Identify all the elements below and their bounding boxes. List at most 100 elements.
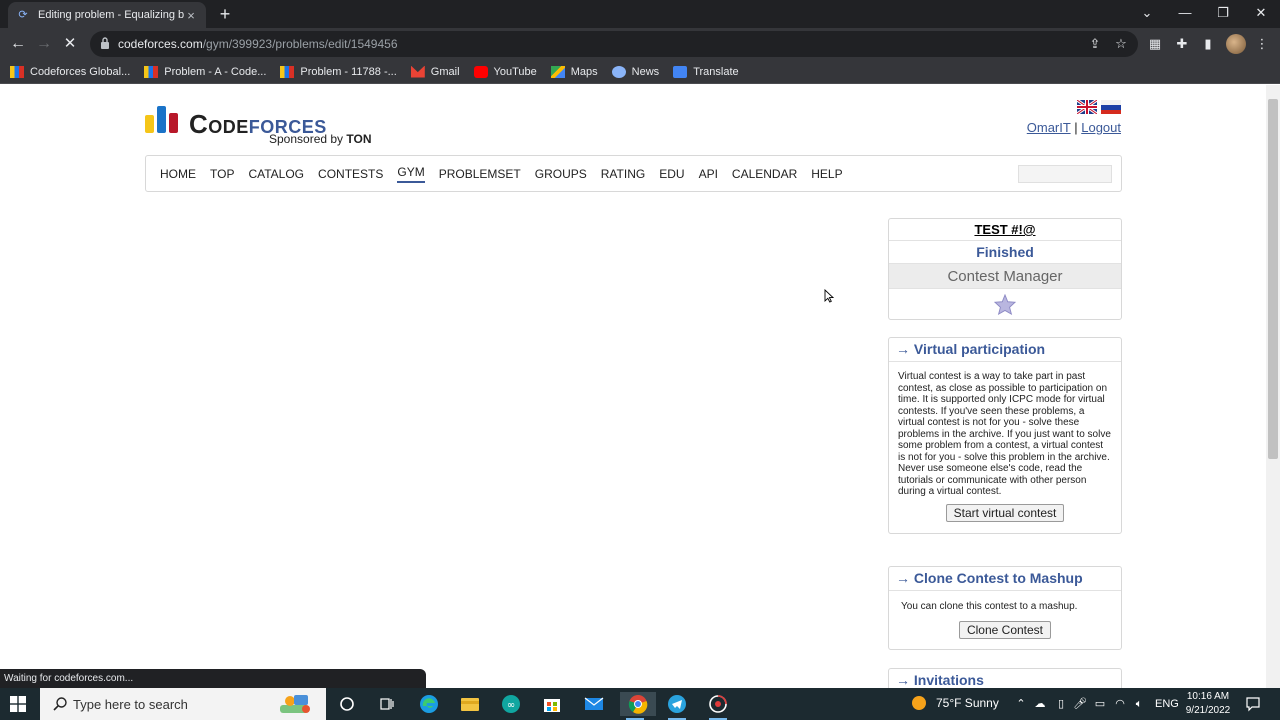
maps-icon xyxy=(550,65,565,78)
notification-icon[interactable] xyxy=(1245,696,1261,712)
translate-icon xyxy=(673,65,688,78)
menu-item-top[interactable]: TOP xyxy=(210,167,234,181)
bookmark-item[interactable]: Translate xyxy=(673,65,739,78)
invitations-box: → Invitations xyxy=(888,668,1122,688)
obs-recorder-icon[interactable] xyxy=(703,692,733,720)
chevron-up-icon[interactable]: ⌃ xyxy=(1014,697,1028,711)
menu-item-catalog[interactable]: CATALOG xyxy=(248,167,304,181)
tab-search-icon[interactable]: ⌄ xyxy=(1128,0,1166,28)
arduino-icon[interactable]: ∞ xyxy=(496,692,526,716)
star-icon[interactable] xyxy=(994,293,1016,315)
menu-item-gym[interactable]: GYM xyxy=(397,165,425,183)
username-link[interactable]: OmarIT xyxy=(1027,120,1071,135)
logo-bars-icon xyxy=(145,105,181,133)
close-window-button[interactable]: ✕ xyxy=(1242,0,1280,28)
browser-tab-active[interactable]: ⟳ Editing problem - Equalizing by × xyxy=(8,2,206,28)
news-icon xyxy=(611,65,626,78)
bookmark-item[interactable]: Problem - 11788 -... xyxy=(280,65,397,78)
weather-widget[interactable]: 75°F Sunny xyxy=(912,696,999,710)
browser-tab-strip: ⟳ Editing problem - Equalizing by × + ⌄ … xyxy=(0,0,1280,28)
start-virtual-contest-button[interactable]: Start virtual contest xyxy=(945,503,1065,522)
stop-loading-button[interactable]: ✕ xyxy=(58,32,82,56)
minimize-button[interactable]: — xyxy=(1166,0,1204,28)
side-panel-icon[interactable]: ▮ xyxy=(1198,34,1218,54)
menu-item-help[interactable]: HELP xyxy=(811,167,842,181)
chrome-icon[interactable] xyxy=(620,692,656,720)
svg-text:∞: ∞ xyxy=(507,700,515,711)
onedrive-icon[interactable]: ☁ xyxy=(1033,697,1047,711)
contest-phase: Finished xyxy=(889,241,1121,264)
clone-contest-button[interactable]: Clone Contest xyxy=(958,620,1052,639)
loading-icon: ⟳ xyxy=(18,9,28,21)
codeforces-icon xyxy=(10,65,24,78)
profile-avatar[interactable] xyxy=(1226,34,1246,54)
device-icon[interactable]: ▯ xyxy=(1054,697,1068,711)
mouse-cursor-icon xyxy=(824,289,834,303)
browser-toolbar: ← → ✕ codeforces.com/gym/399923/problems… xyxy=(0,28,1280,60)
bookmark-item[interactable]: YouTube xyxy=(473,65,537,78)
scrollbar-thumb[interactable] xyxy=(1268,99,1278,459)
language-flags xyxy=(1077,100,1121,114)
contest-name-link[interactable]: TEST #!@ xyxy=(889,219,1121,241)
menu-item-rating[interactable]: RATING xyxy=(601,167,645,181)
menu-kebab-icon[interactable]: ⋮ xyxy=(1252,34,1272,54)
menu-item-edu[interactable]: EDU xyxy=(659,167,684,181)
search-placeholder: Type here to search xyxy=(73,697,188,712)
virtual-description: Virtual contest is a way to take part in… xyxy=(898,371,1111,497)
store-icon[interactable] xyxy=(537,692,567,716)
cortana-icon[interactable] xyxy=(332,692,362,716)
search-icon xyxy=(53,697,67,711)
separator: | xyxy=(1074,120,1078,135)
menu-item-calendar[interactable]: CALENDAR xyxy=(732,167,797,181)
box-caption: → Invitations xyxy=(889,669,1121,688)
main-menu: HOME TOP CATALOG CONTESTS GYM PROBLEMSET… xyxy=(145,155,1122,192)
page-scrollbar[interactable] xyxy=(1266,85,1280,688)
microphone-icon[interactable]: 🎤︎ xyxy=(1073,697,1087,711)
bookmark-item[interactable]: Gmail xyxy=(410,65,460,78)
file-explorer-icon[interactable] xyxy=(455,692,485,716)
menu-item-contests[interactable]: CONTESTS xyxy=(318,167,383,181)
wifi-icon[interactable]: ◠ xyxy=(1113,697,1127,711)
box-caption: → Clone Contest to Mashup xyxy=(889,567,1121,591)
menu-item-problemset[interactable]: PROBLEMSET xyxy=(439,167,521,181)
windows-start-icon[interactable] xyxy=(10,696,26,712)
bookmark-item[interactable]: Maps xyxy=(550,65,598,78)
user-links: OmarIT | Logout xyxy=(1027,120,1121,135)
battery-icon[interactable]: ▭ xyxy=(1093,697,1107,711)
forward-button[interactable]: → xyxy=(32,32,56,56)
bookmarks-bar: Codeforces Global... Problem - A - Code.… xyxy=(0,60,1280,84)
volume-icon[interactable]: 🔈︎ xyxy=(1132,697,1146,711)
task-view-icon[interactable] xyxy=(372,692,402,716)
system-clock[interactable]: 10:16 AM 9/21/2022 xyxy=(1180,690,1236,718)
box-caption: → Virtual participation xyxy=(889,338,1121,362)
restore-button[interactable]: ❐ xyxy=(1204,0,1242,28)
menu-item-api[interactable]: API xyxy=(699,167,718,181)
bookmark-star-icon[interactable]: ☆ xyxy=(1112,35,1130,53)
ru-flag-icon[interactable] xyxy=(1101,100,1121,114)
extension-icon[interactable]: ▦ xyxy=(1145,34,1165,54)
uk-flag-icon[interactable] xyxy=(1077,100,1097,114)
language-indicator[interactable]: ENG xyxy=(1155,698,1179,710)
close-tab-icon[interactable]: × xyxy=(184,8,198,23)
new-tab-button[interactable]: + xyxy=(214,4,236,24)
favourite-star-row xyxy=(889,289,1121,319)
bookmark-item[interactable]: News xyxy=(611,65,659,78)
bookmark-item[interactable]: Codeforces Global... xyxy=(10,65,130,78)
puzzle-icon[interactable]: ✚ xyxy=(1172,34,1192,54)
tab-title: Editing problem - Equalizing by xyxy=(38,9,184,21)
mail-icon[interactable] xyxy=(579,692,609,716)
back-button[interactable]: ← xyxy=(6,32,30,56)
address-bar[interactable]: codeforces.com/gym/399923/problems/edit/… xyxy=(90,31,1138,57)
edge-icon[interactable] xyxy=(414,692,444,716)
site-search-input[interactable] xyxy=(1018,165,1112,183)
telegram-icon[interactable] xyxy=(662,692,692,720)
search-highlight-icon xyxy=(280,695,310,713)
menu-item-home[interactable]: HOME xyxy=(160,167,196,181)
menu-item-groups[interactable]: GROUPS xyxy=(535,167,587,181)
windows-taskbar: Type here to search ∞ 75°F Sunny ⌃ ☁ ▯ 🎤… xyxy=(0,688,1280,720)
taskbar-search-input[interactable]: Type here to search xyxy=(40,688,326,720)
clone-description: You can clone this contest to a mashup. xyxy=(901,601,1078,612)
bookmark-item[interactable]: Problem - A - Code... xyxy=(144,65,266,78)
share-icon[interactable]: ⇪ xyxy=(1086,35,1104,53)
logout-link[interactable]: Logout xyxy=(1081,120,1121,135)
